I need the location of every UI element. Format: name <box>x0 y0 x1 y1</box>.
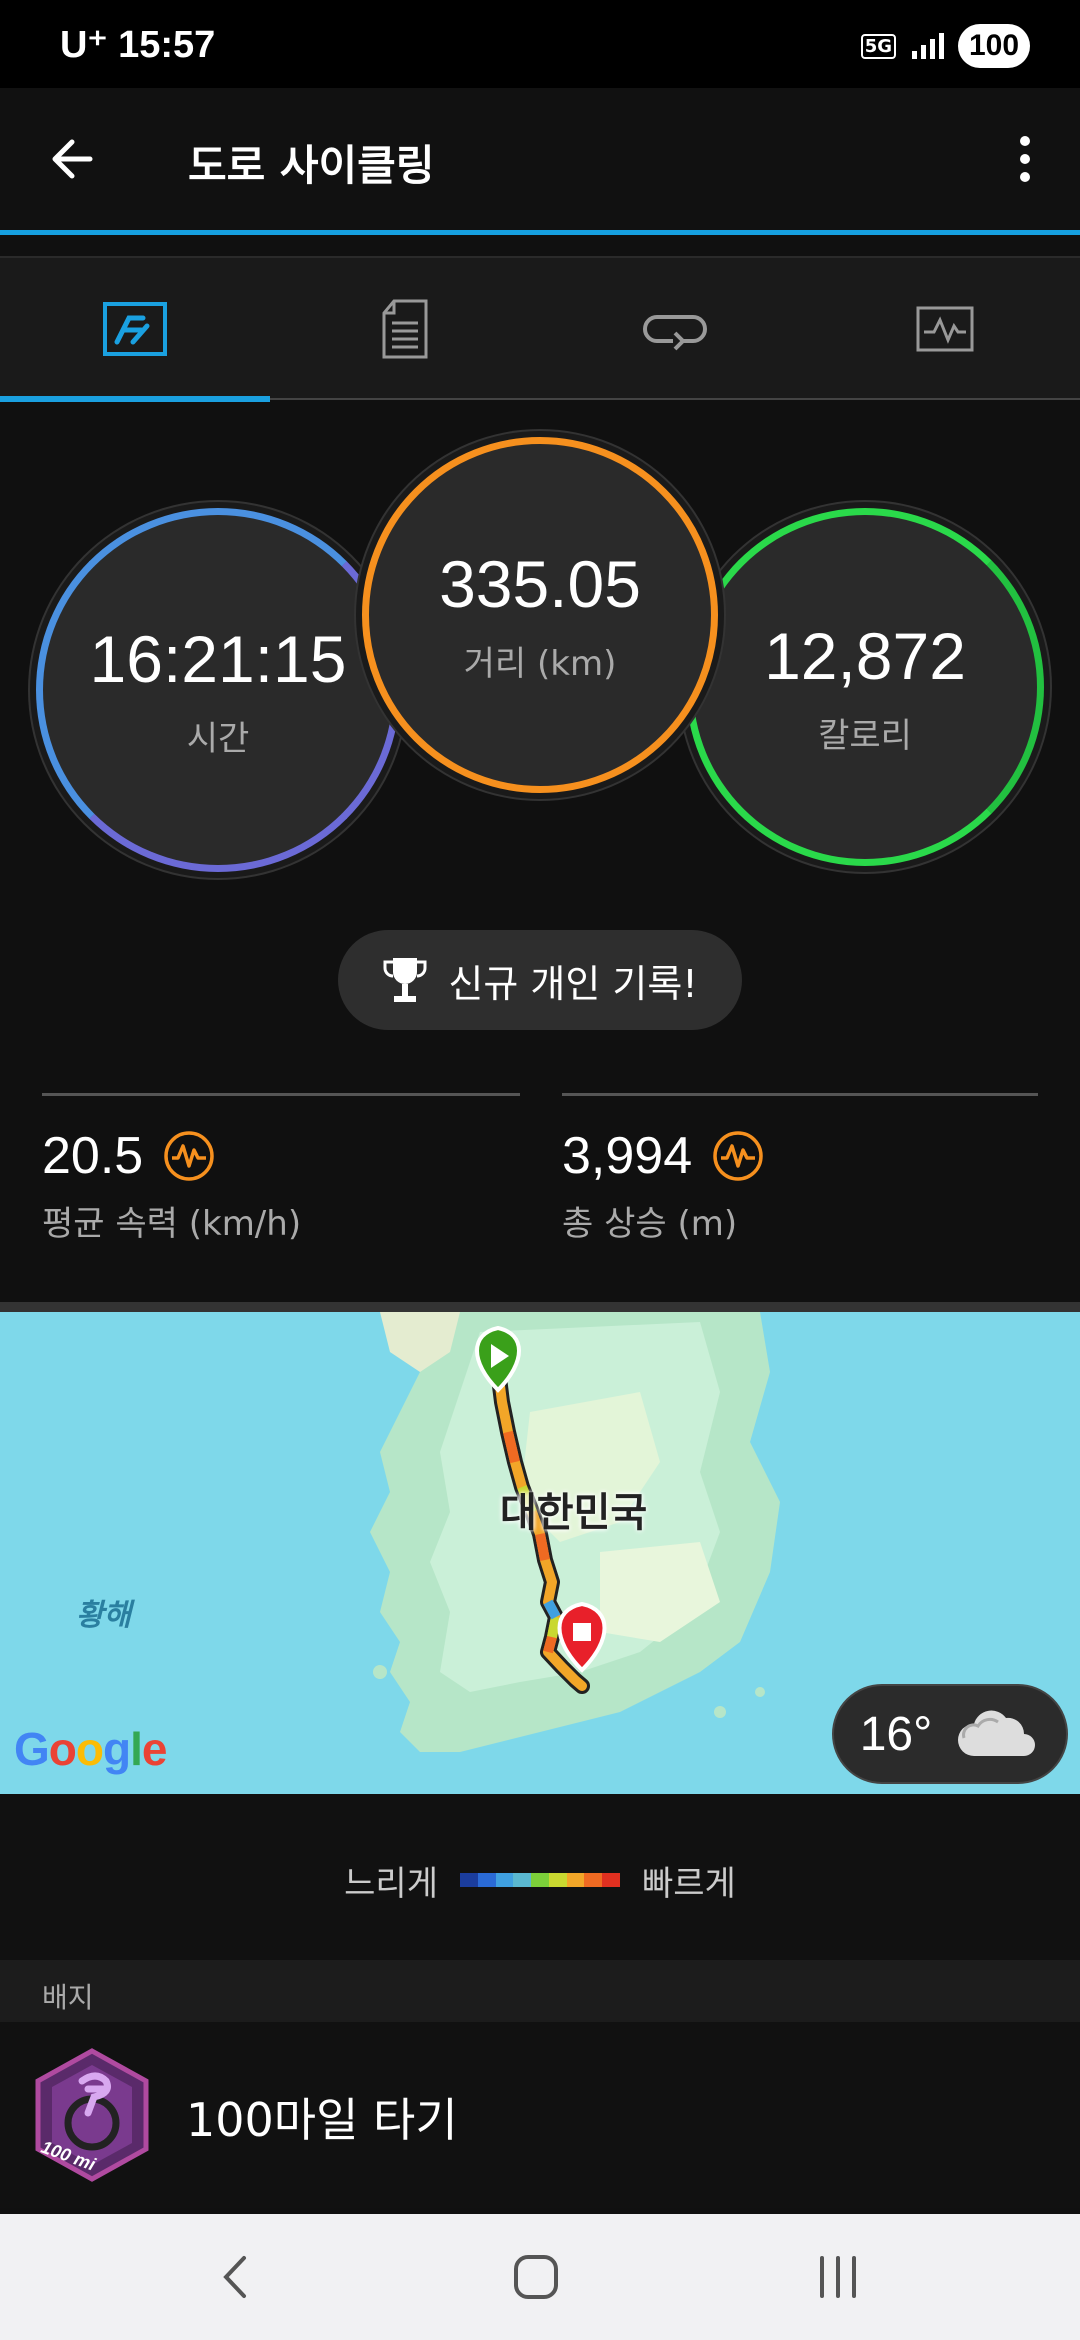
map-sea-label: 황해 <box>76 1598 132 1633</box>
total-ascent-stat: 3,994 <box>562 1126 764 1186</box>
header-divider <box>0 230 1080 235</box>
speed-color-bar <box>460 1873 621 1887</box>
badge-title: 100마일 타기 <box>186 2093 458 2147</box>
badge-list-item[interactable]: 100 mi 100마일 타기 <box>0 2022 1080 2208</box>
speed-legend: 느리게 빠르게 <box>0 1800 1080 1960</box>
calories-metric: 12,872 칼로리 <box>686 508 1044 866</box>
page-title: 도로 사이클링 <box>188 141 435 190</box>
personal-record-button[interactable]: 신규 개인 기록! <box>338 930 742 1030</box>
stat-divider-left <box>42 1093 520 1096</box>
legend-fast-label: 빠르게 <box>642 1863 736 1904</box>
calories-value: 12,872 <box>764 618 966 693</box>
legend-slow-label: 느리게 <box>344 1863 438 1904</box>
summary-icon <box>103 302 167 356</box>
back-arrow-icon[interactable] <box>40 124 110 194</box>
charts-icon <box>916 306 974 352</box>
nav-home-icon[interactable] <box>506 2252 566 2302</box>
tab-bar <box>0 256 1080 400</box>
battery-indicator: 100 <box>958 24 1030 68</box>
carrier-label: U⁺ <box>60 24 108 66</box>
insight-wave-icon[interactable] <box>163 1130 215 1182</box>
weather-badge[interactable]: 16° <box>832 1684 1068 1784</box>
total-ascent-value: 3,994 <box>562 1127 693 1185</box>
app-bar: 도로 사이클링 <box>0 88 1080 230</box>
map-top-divider <box>0 1302 1080 1312</box>
personal-record-label: 신규 개인 기록! <box>448 961 698 1006</box>
status-icons: 5G 100 <box>860 24 1030 68</box>
tab-charts[interactable] <box>810 258 1080 400</box>
time-metric: 16:21:15 시간 <box>36 508 400 872</box>
distance-label: 거리 (km) <box>463 643 617 684</box>
tab-summary[interactable] <box>0 258 270 400</box>
status-carrier: U⁺ 15:57 <box>60 22 215 67</box>
tab-details[interactable] <box>270 258 540 400</box>
century-ride-badge-icon: 100 mi <box>35 2048 149 2182</box>
badges-section-header: 배지 <box>0 1960 1080 2022</box>
insight-wave-icon[interactable] <box>712 1130 764 1182</box>
tab-laps[interactable] <box>540 258 810 400</box>
badges-section-title: 배지 <box>42 1981 94 2014</box>
trophy-icon <box>383 958 427 1002</box>
details-list-icon <box>382 299 428 359</box>
avg-speed-value: 20.5 <box>42 1127 144 1185</box>
nav-back-icon[interactable] <box>206 2252 266 2302</box>
nav-recents-icon[interactable] <box>808 2252 868 2302</box>
active-tab-indicator <box>0 396 270 402</box>
total-ascent-label: 총 상승 (m) <box>562 1204 738 1244</box>
avg-speed-stat: 20.5 <box>42 1126 215 1186</box>
signal-icon <box>912 33 944 59</box>
time-value: 16:21:15 <box>89 621 347 696</box>
google-logo: Google <box>14 1723 167 1775</box>
system-nav-bar <box>0 2214 1080 2340</box>
status-bar: U⁺ 15:57 5G 100 <box>0 0 1080 88</box>
more-options-icon[interactable] <box>990 124 1060 194</box>
distance-value: 335.05 <box>439 546 641 621</box>
map-country-label: 대한민국 <box>500 1490 648 1536</box>
status-time: 15:57 <box>118 24 216 66</box>
avg-speed-label: 평균 속력 (km/h) <box>42 1204 302 1244</box>
network-icon: 5G <box>860 33 896 59</box>
weather-temperature: 16° <box>859 1707 933 1761</box>
distance-metric: 335.05 거리 (km) <box>362 437 718 793</box>
laps-icon <box>643 315 707 351</box>
cloud-icon <box>958 1710 1036 1756</box>
time-label: 시간 <box>186 718 250 759</box>
calories-label: 칼로리 <box>818 715 912 756</box>
stat-divider-right <box>562 1093 1038 1096</box>
